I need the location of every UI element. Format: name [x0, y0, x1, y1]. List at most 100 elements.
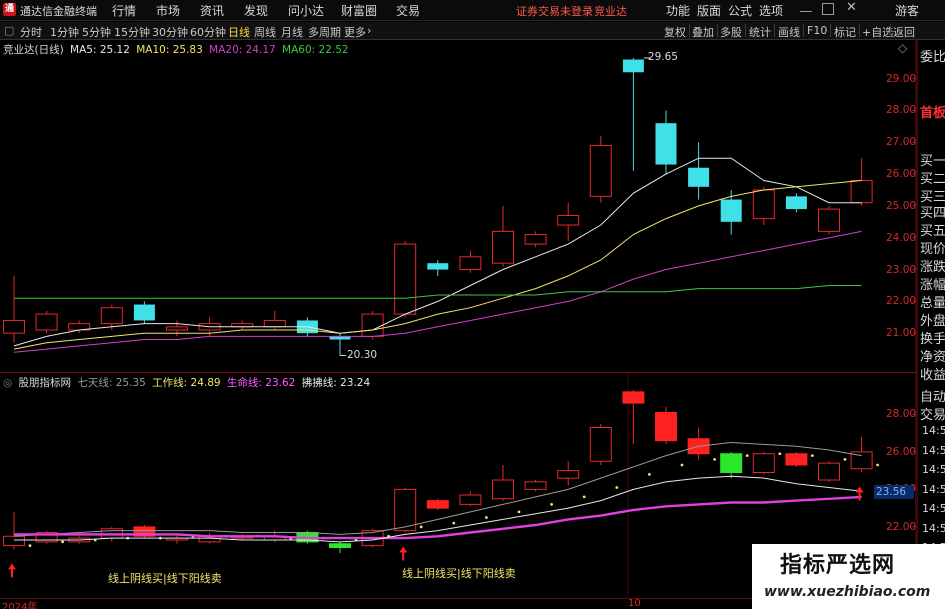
trade-time-label: 14:56 — [922, 502, 945, 515]
indicator-y-tick-label: 26.00 — [886, 445, 917, 458]
tool-multi-stock[interactable]: 多股 — [720, 24, 742, 40]
menu-market[interactable]: 行情 — [112, 2, 136, 19]
tool-statistics[interactable]: 统计 — [749, 24, 771, 40]
menu-news[interactable]: 资讯 — [200, 2, 224, 19]
maximize-icon[interactable] — [822, 3, 834, 15]
main-series-line — [14, 285, 862, 299]
main-y-tick-label: 28.00 — [886, 104, 917, 117]
tab-30min[interactable]: 30分钟 — [152, 24, 188, 40]
toolbar-separator — [803, 24, 804, 37]
tab-1min[interactable]: 1分钟 — [50, 24, 79, 40]
toolbar-separator — [689, 24, 690, 37]
indicator-y-tick-label: 28.00 — [886, 408, 917, 421]
quote-panel-item[interactable]: 涨幅 — [920, 274, 945, 293]
high-price-label: 29.65 — [647, 50, 678, 63]
toolbar-separator — [859, 24, 860, 37]
main-candle — [492, 230, 514, 264]
main-candlestick-chart[interactable] — [0, 40, 917, 372]
work-line-dot — [811, 454, 814, 458]
close-icon[interactable]: ✕ — [846, 1, 858, 14]
quote-panel-item[interactable]: 换手 — [920, 328, 945, 347]
main-candle — [133, 304, 155, 321]
indicator-candle — [818, 462, 840, 481]
main-candle — [688, 167, 710, 187]
trade-time-label: 14:56 — [922, 482, 945, 496]
tab-more[interactable]: 更多 — [344, 24, 366, 40]
main-candle — [655, 123, 677, 165]
quote-panel-item[interactable]: 总量 — [920, 292, 945, 311]
indicator-candle — [752, 453, 775, 473]
indicator-candle — [589, 427, 612, 462]
quote-panel-item[interactable]: 买四 — [920, 202, 945, 221]
tab-15min[interactable]: 15分钟 — [114, 24, 150, 40]
quote-panel-item[interactable]: 买一 — [920, 150, 945, 169]
tool-mark[interactable]: 标记 — [834, 24, 856, 40]
indicator-candle — [524, 481, 547, 490]
trade-time-label: 14:56 — [922, 443, 945, 457]
quote-panel-item[interactable]: 涨跌 — [920, 256, 945, 275]
date-axis-year: 2024年 — [2, 602, 38, 609]
menu-trade[interactable]: 交易 — [396, 2, 420, 19]
trade-time-label: 14:56 — [922, 521, 945, 535]
tool-add-favorite[interactable]: +自选 — [862, 24, 893, 40]
minimize-icon[interactable] — [800, 3, 812, 12]
period-toolbar: ▢ 分时 1分钟 5分钟 15分钟 30分钟 60分钟 日线 周线 月线 多周期… — [0, 22, 945, 40]
indicator-candle — [622, 391, 645, 404]
indicator-candle — [394, 488, 417, 532]
work-line-dot — [876, 463, 879, 467]
more-arrow-icon[interactable]: › — [367, 24, 371, 37]
quote-panel-item[interactable]: 买二 — [920, 168, 945, 187]
quote-side-panel: 委比首板买一买二买三买四买五现价涨跌涨幅总量外盘换手净资收益自动交易14:551… — [917, 40, 945, 600]
tab-60min[interactable]: 60分钟 — [190, 24, 226, 40]
tab-monthly[interactable]: 月线 — [281, 24, 303, 40]
tool-draw-line[interactable]: 画线 — [778, 24, 800, 40]
toolbar-separator — [745, 24, 746, 37]
quote-panel-item[interactable]: 自动 — [920, 386, 945, 405]
tab-intraday[interactable]: 分时 — [20, 24, 42, 40]
tool-f10[interactable]: F10 — [807, 24, 827, 37]
tab-multi-period[interactable]: 多周期 — [308, 24, 341, 40]
work-line-dot — [680, 463, 684, 467]
quote-panel-item[interactable]: 外盘 — [920, 310, 945, 329]
work-line-dot — [61, 540, 64, 544]
main-candle — [459, 256, 482, 271]
indicator-candle — [3, 535, 25, 547]
menu-wealth[interactable]: 财富圈 — [341, 2, 377, 19]
quote-panel-item[interactable]: 委比 — [920, 46, 945, 65]
tool-back[interactable]: 返回 — [893, 24, 915, 40]
quote-panel-item[interactable]: 首板 — [920, 102, 945, 121]
work-line-dot — [745, 454, 749, 458]
tab-daily[interactable]: 日线 — [228, 24, 250, 40]
app-logo-icon: 通 — [3, 3, 16, 16]
menu-discover[interactable]: 发现 — [244, 2, 268, 19]
login-status[interactable]: 证券交易未登录 — [516, 3, 593, 19]
menu-exchange[interactable]: 市场 — [156, 2, 180, 19]
main-candle — [361, 313, 384, 337]
tab-5min[interactable]: 5分钟 — [82, 24, 111, 40]
main-y-tick-label: 25.00 — [886, 199, 917, 212]
quote-panel-item[interactable]: 买五 — [920, 220, 945, 239]
menu-function[interactable]: 功能 — [666, 2, 690, 19]
indicator-candle — [329, 543, 351, 548]
tool-overlay[interactable]: 叠加 — [692, 24, 714, 40]
quote-panel-item[interactable]: 交易 — [920, 404, 945, 423]
guest-label[interactable]: 游客 — [895, 2, 919, 19]
menu-ask[interactable]: 问小达 — [288, 2, 324, 19]
quote-panel-item[interactable]: 收益 — [920, 364, 945, 383]
main-candle — [394, 243, 417, 315]
toolbar-menu-icon[interactable]: ▢ — [4, 24, 14, 37]
indicator-y-tick-label: 22.00 — [886, 520, 917, 533]
menu-options[interactable]: 选项 — [759, 2, 783, 19]
tab-weekly[interactable]: 周线 — [254, 24, 276, 40]
tool-adjust[interactable]: 复权 — [664, 24, 686, 40]
menu-formula[interactable]: 公式 — [728, 2, 752, 19]
quote-panel-item[interactable]: 现价 — [920, 238, 945, 257]
main-candle — [622, 59, 644, 73]
top-menu-bar: 通 通达信金融终端 行情 市场 资讯 发现 问小达 财富圈 交易 证券交易未登录… — [0, 0, 945, 21]
main-candle — [720, 199, 742, 222]
main-candle — [557, 214, 580, 226]
indicator-candle — [785, 453, 808, 466]
main-candle — [524, 234, 547, 245]
quote-panel-item[interactable]: 净资 — [920, 346, 945, 365]
menu-layout[interactable]: 版面 — [697, 2, 721, 19]
